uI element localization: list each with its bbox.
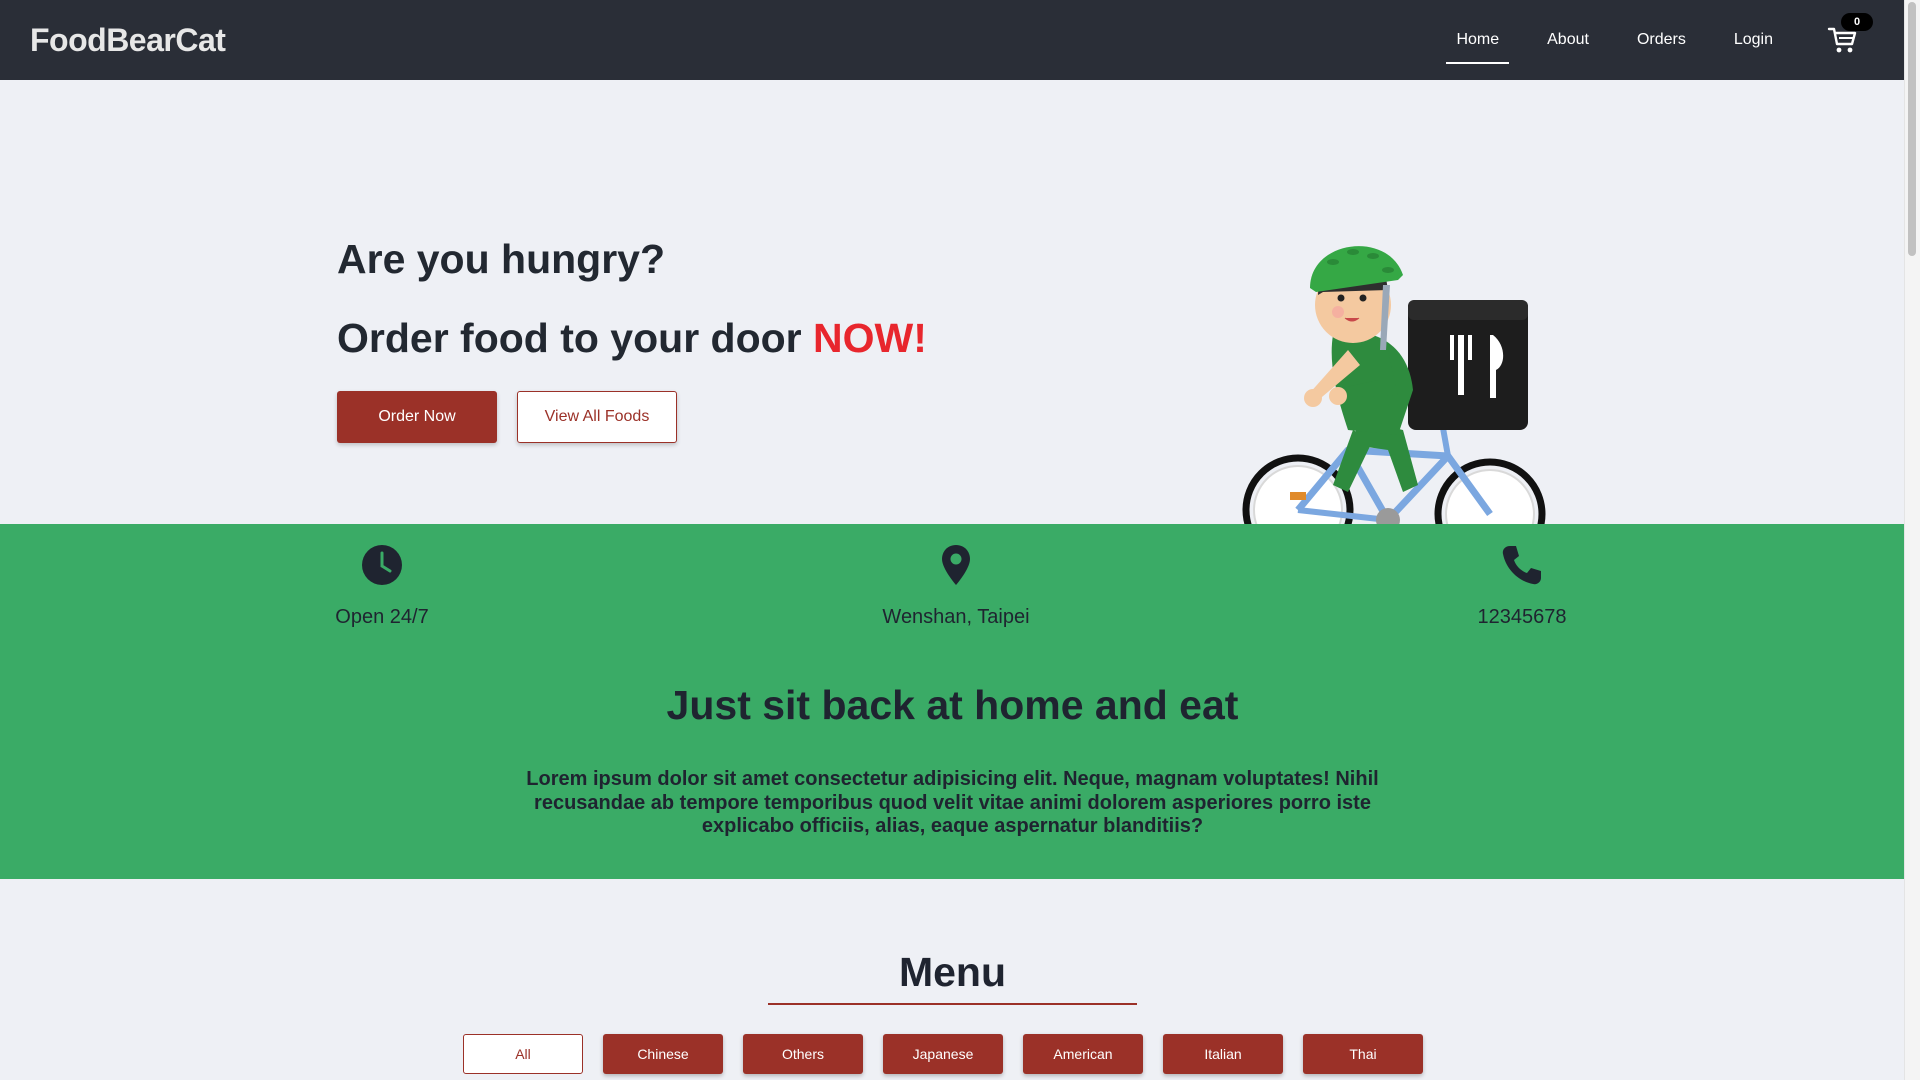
brand-logo[interactable]: FoodBearCat — [30, 22, 226, 59]
filter-japanese-button[interactable]: Japanese — [883, 1034, 1003, 1074]
hero-subheadline: Order food to your door NOW! — [337, 314, 927, 363]
order-now-button[interactable]: Order Now — [337, 391, 497, 444]
info-item-location: Wenshan, Taipei — [866, 544, 1046, 629]
menu-filters: All Chinese Others Japanese American Ita… — [463, 1034, 1443, 1074]
nav-link-login[interactable]: Login — [1724, 23, 1783, 57]
page-scrollbar[interactable] — [1904, 0, 1920, 1080]
filter-italian-button[interactable]: Italian — [1163, 1034, 1283, 1074]
info-heading: Just sit back at home and eat — [666, 682, 1239, 728]
info-section: Open 24/7 Wenshan, Taipei 12345678 Just … — [0, 524, 1905, 879]
page: FoodBearCat Home About Orders Login 0 Ar… — [0, 0, 1905, 1080]
view-all-foods-button[interactable]: View All Foods — [517, 391, 677, 444]
info-item-phone: 12345678 — [1467, 544, 1577, 629]
info-location-label: Wenshan, Taipei — [882, 606, 1030, 628]
nav-link-orders[interactable]: Orders — [1627, 23, 1696, 57]
nav-link-home[interactable]: Home — [1446, 23, 1509, 64]
map-pin-icon — [942, 545, 970, 585]
hero-now-highlight: NOW! — [813, 315, 927, 362]
cart-count-badge: 0 — [1841, 13, 1873, 31]
filter-others-button[interactable]: Others — [743, 1034, 863, 1074]
filter-all-button[interactable]: All — [463, 1034, 583, 1074]
menu-title-underline — [768, 1003, 1137, 1005]
hero-buttons: Order Now View All Foods — [337, 391, 927, 444]
filter-thai-button[interactable]: Thai — [1303, 1034, 1423, 1074]
info-item-hours: Open 24/7 — [327, 544, 437, 629]
menu-title: Menu — [898, 949, 1007, 995]
nav-links: Home About Orders Login — [1418, 23, 1783, 64]
clock-icon — [362, 545, 402, 585]
filter-chinese-button[interactable]: Chinese — [603, 1034, 723, 1074]
phone-icon — [1502, 546, 1541, 585]
nav-right: Home About Orders Login 0 — [1418, 13, 1875, 64]
info-description: Lorem ipsum dolor sit amet consectetur a… — [526, 768, 1379, 838]
info-phone-label: 12345678 — [1477, 606, 1567, 628]
scrollbar-thumb[interactable] — [1908, 2, 1916, 256]
filter-american-button[interactable]: American — [1023, 1034, 1143, 1074]
menu-section: Menu All Chinese Others Japanese America… — [0, 879, 1905, 1079]
navbar: FoodBearCat Home About Orders Login 0 — [0, 0, 1905, 80]
hero-section: Are you hungry? Order food to your door … — [0, 80, 1905, 570]
nav-link-about[interactable]: About — [1537, 23, 1599, 57]
hero-subheadline-text: Order food to your door — [337, 315, 814, 362]
cart-button[interactable]: 0 — [1823, 13, 1873, 60]
info-hours-label: Open 24/7 — [335, 606, 429, 628]
hero-headline: Are you hungry? — [337, 236, 666, 282]
hero-text: Are you hungry? Order food to your door … — [337, 235, 927, 444]
